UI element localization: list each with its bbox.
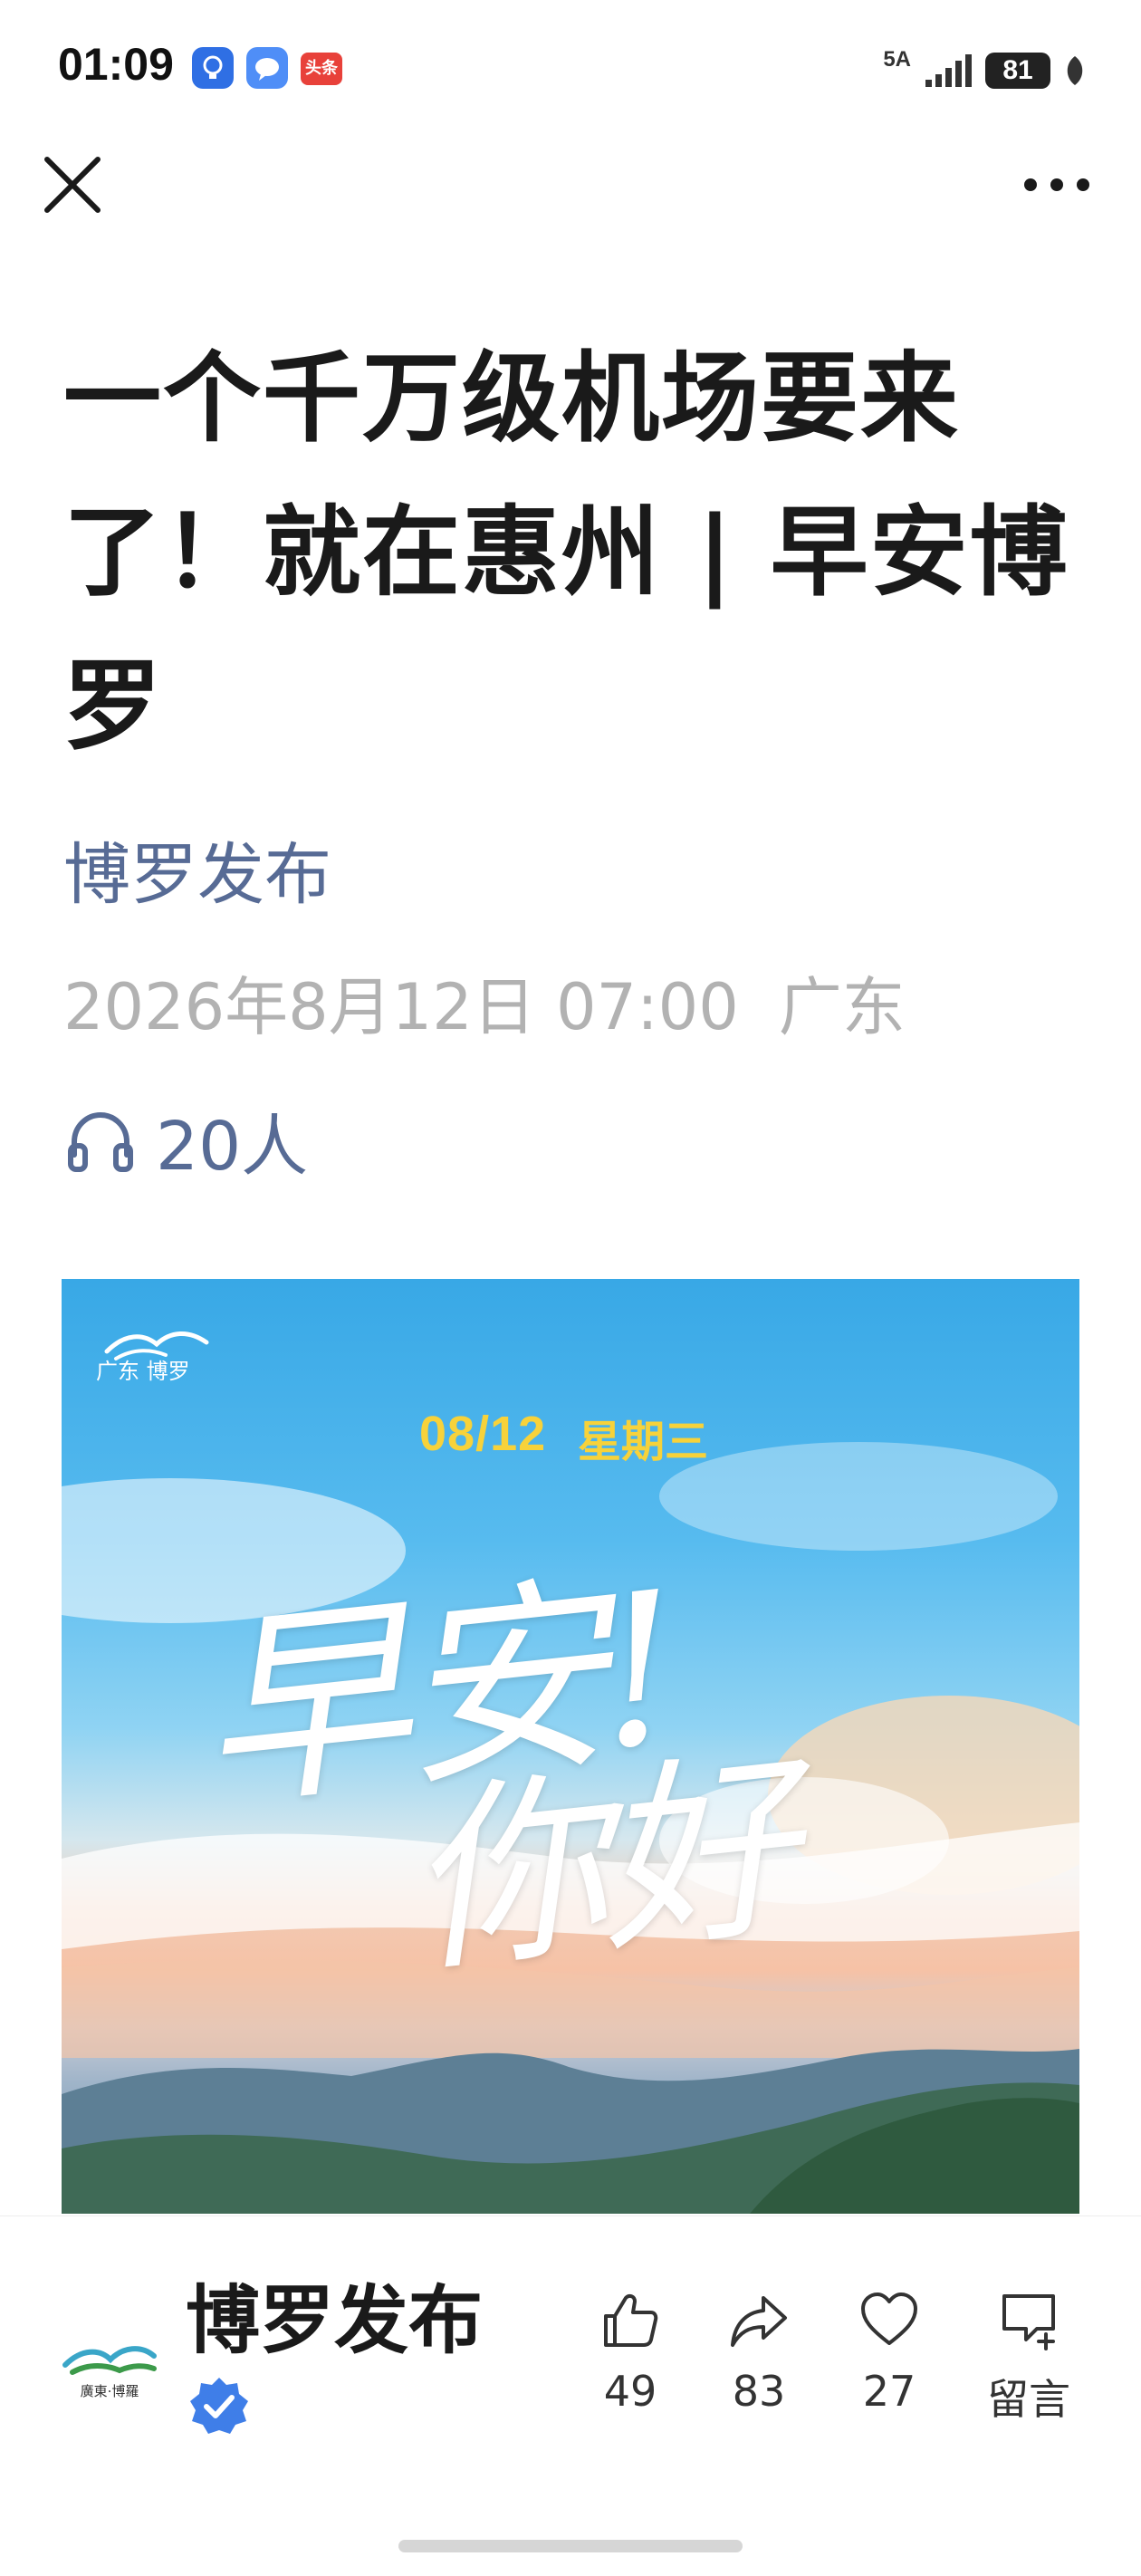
cover-weekday: 星期三 (578, 1417, 709, 1467)
battery-indicator: 81 (985, 53, 1050, 89)
cover-date: 08/12 (419, 1407, 547, 1461)
article-title: 一个千万级机场要来了！就在惠州 | 早安博罗 (63, 342, 1069, 764)
close-button[interactable] (40, 152, 105, 217)
headphones-icon (68, 1111, 133, 1172)
account-name-link[interactable]: 博罗发布 (63, 821, 331, 918)
network-label: 5A (883, 47, 911, 72)
like-button[interactable]: 49 (576, 2289, 685, 2416)
share-icon (731, 2296, 787, 2347)
verified-badge-icon (190, 2378, 248, 2434)
signal-icon (925, 54, 972, 87)
bottom-action-bar: 廣東·博羅 博罗发布 49 83 27 留言 (0, 2216, 1141, 2576)
listener-count: 20人 (156, 1108, 309, 1186)
share-button[interactable]: 83 (705, 2289, 813, 2416)
status-time: 01:09 (58, 39, 174, 90)
cover-logo-text: 广东 博罗 (96, 1359, 190, 1384)
thumbs-up-icon (604, 2293, 658, 2347)
like-count: 49 (603, 2367, 657, 2416)
comment-icon (1002, 2294, 1055, 2350)
favorite-button[interactable]: 27 (835, 2289, 944, 2416)
favorite-count: 27 (862, 2367, 916, 2416)
publish-location: 广东 (778, 970, 906, 1044)
leaf-icon (1067, 56, 1083, 85)
more-button[interactable] (1016, 152, 1098, 217)
cover-greeting-line2: 你好 (396, 1730, 800, 2002)
status-bar: 01:09 头条 5A 81 (0, 0, 1141, 136)
account-logo-icon: 廣東·博羅 (62, 2346, 157, 2399)
home-indicator[interactable] (398, 2540, 743, 2552)
publish-date: 2026年8月12日 07:00 (63, 970, 739, 1044)
more-icon (1024, 178, 1089, 191)
comment-button[interactable]: 留言 (965, 2289, 1092, 2427)
listen-button[interactable]: 20人 (63, 1092, 308, 1189)
lightbulb-app-icon (192, 47, 234, 89)
battery-level: 81 (1002, 55, 1033, 85)
cover-image[interactable]: 广东 博罗 08/12 星期三 早安! 你好 (62, 1279, 1079, 2214)
account-avatar[interactable]: 廣東·博羅 (60, 2316, 159, 2416)
message-app-icon (246, 47, 288, 89)
publish-meta: 2026年8月12日 07:00 广东 (63, 956, 906, 1048)
share-count: 83 (732, 2367, 786, 2416)
bottom-account-name[interactable]: 博罗发布 (186, 2260, 483, 2368)
close-icon (44, 157, 101, 213)
toutiao-label: 头条 (305, 59, 338, 78)
toutiao-app-icon: 头条 (301, 53, 342, 85)
status-right: 5A 81 (883, 45, 1087, 96)
comment-label: 留言 (987, 2375, 1070, 2424)
avatar-text: 廣東·博羅 (81, 2383, 139, 2399)
heart-icon (861, 2292, 917, 2345)
